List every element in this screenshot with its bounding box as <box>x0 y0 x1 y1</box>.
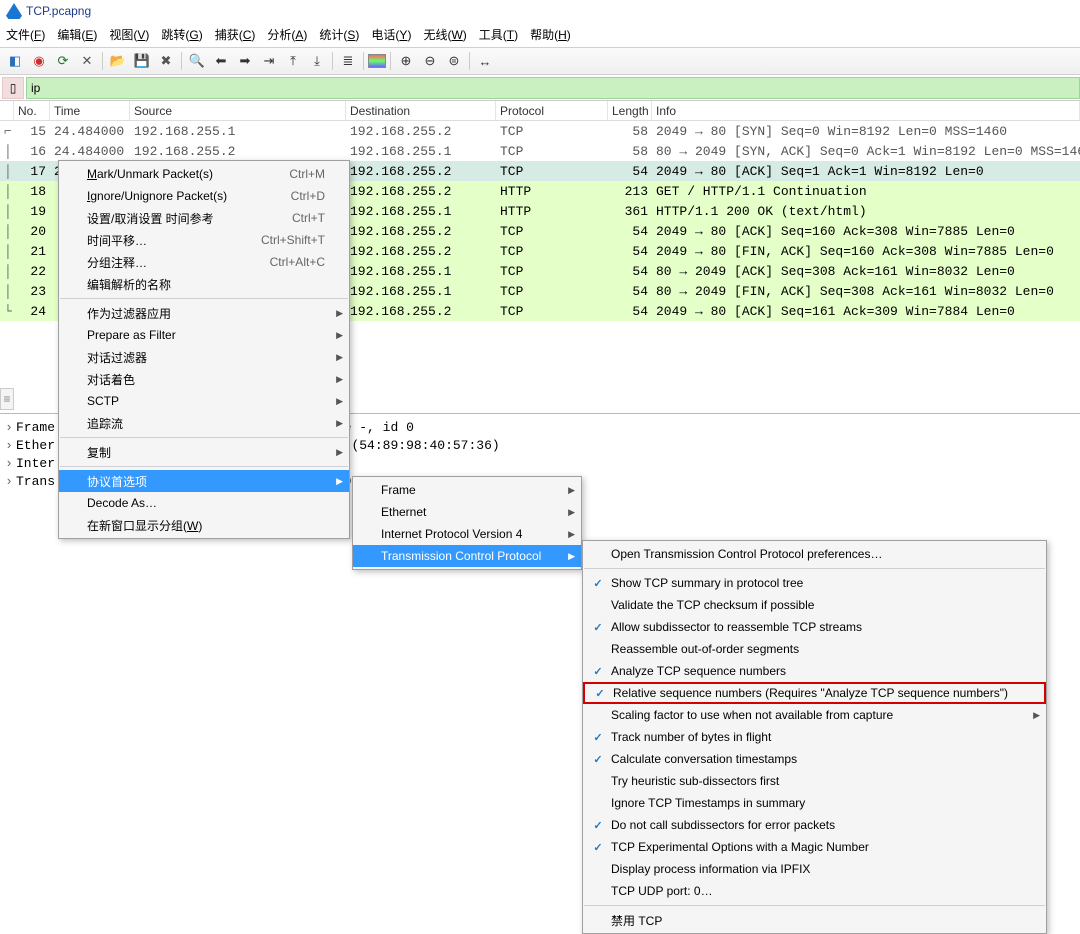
colorize-icon[interactable] <box>368 54 386 68</box>
toolbar-button[interactable]: ◧ <box>4 50 26 72</box>
col-dest[interactable]: Destination <box>346 101 496 120</box>
menu-item[interactable]: ✓Calculate conversation timestamps <box>583 748 1046 770</box>
menu-item[interactable]: Ignore TCP Timestamps in summary <box>583 792 1046 814</box>
nav-back-icon[interactable]: ⬅ <box>210 50 232 72</box>
filter-bar: ▯ <box>0 75 1080 101</box>
menu-item[interactable]: 对话着色 <box>59 368 349 390</box>
col-info[interactable]: Info <box>652 101 1080 120</box>
window-title: TCP.pcapng <box>26 4 91 18</box>
menu-item[interactable]: TCP UDP port: 0… <box>583 880 1046 902</box>
title-bar: TCP.pcapng <box>0 0 1080 22</box>
menu-item[interactable]: ✓Track number of bytes in flight <box>583 726 1046 748</box>
app-icon <box>6 3 22 19</box>
menu-item[interactable]: 分析(A) <box>267 26 307 43</box>
packet-row[interactable]: ⌐1524.484000192.168.255.1192.168.255.2TC… <box>0 121 1080 141</box>
menu-item[interactable]: Ethernet <box>353 501 581 523</box>
menu-item[interactable]: 无线(W) <box>423 26 466 43</box>
menu-item[interactable]: 分组注释…Ctrl+Alt+C <box>59 251 349 273</box>
col-no[interactable]: No. <box>14 101 50 120</box>
menu-item[interactable]: 对话过滤器 <box>59 346 349 368</box>
menu-item[interactable]: 在新窗口显示分组(W) <box>59 514 349 536</box>
menubar[interactable]: 文件(F) 编辑(E) 视图(V) 跳转(G) 捕获(C) 分析(A) 统计(S) 电话(Y)… <box>0 22 1080 47</box>
menu-item[interactable]: 设置/取消设置 时间参考Ctrl+T <box>59 207 349 229</box>
menu-item[interactable]: 跳转(G) <box>161 26 202 43</box>
display-filter-input[interactable] <box>26 77 1080 99</box>
resize-cols-icon[interactable]: ↔ <box>474 50 496 72</box>
menu-item[interactable]: ✓Allow subdissector to reassemble TCP st… <box>583 616 1046 638</box>
menu-item[interactable]: 视图(V) <box>109 26 149 43</box>
context-menu-tcp-prefs[interactable]: Open Transmission Control Protocol prefe… <box>582 540 1047 934</box>
open-icon[interactable]: 📂 <box>107 50 129 72</box>
menu-item[interactable]: Transmission Control Protocol <box>353 545 581 567</box>
nav-fwd-icon[interactable]: ➡ <box>234 50 256 72</box>
last-icon[interactable]: ⤓ <box>306 50 328 72</box>
menu-item[interactable]: Open Transmission Control Protocol prefe… <box>583 543 1046 565</box>
menu-item[interactable]: Prepare as Filter <box>59 324 349 346</box>
packet-list-header: No. Time Source Destination Protocol Len… <box>0 101 1080 121</box>
autoscroll-icon[interactable]: ≣ <box>337 50 359 72</box>
menu-item[interactable]: 统计(S) <box>319 26 359 43</box>
menu-item[interactable]: 时间平移…Ctrl+Shift+T <box>59 229 349 251</box>
menu-item[interactable]: 作为过滤器应用 <box>59 302 349 324</box>
goto-icon[interactable]: ⇥ <box>258 50 280 72</box>
menu-item[interactable]: 协议首选项 <box>59 470 349 492</box>
save-icon[interactable]: 💾 <box>131 50 153 72</box>
menu-item[interactable]: ✓Relative sequence numbers (Requires "An… <box>583 682 1046 704</box>
col-time[interactable]: Time <box>50 101 130 120</box>
menu-item[interactable]: Reassemble out-of-order segments <box>583 638 1046 660</box>
menu-item[interactable]: SCTP <box>59 390 349 412</box>
menu-item[interactable]: Display process information via IPFIX <box>583 858 1046 880</box>
menu-item[interactable]: Decode As… <box>59 492 349 514</box>
menu-item[interactable]: Mark/Unmark Packet(s)Ctrl+M <box>59 163 349 185</box>
toolbar-button[interactable]: ◉ <box>28 50 50 72</box>
menu-item[interactable]: 禁用 TCP <box>583 909 1046 931</box>
menu-item[interactable]: Scaling factor to use when not available… <box>583 704 1046 726</box>
first-icon[interactable]: ⤒ <box>282 50 304 72</box>
menu-item[interactable]: Frame <box>353 479 581 501</box>
menu-item[interactable]: 追踪流 <box>59 412 349 434</box>
menu-item[interactable]: Try heuristic sub-dissectors first <box>583 770 1046 792</box>
menu-item[interactable]: 捕获(C) <box>215 26 256 43</box>
col-source[interactable]: Source <box>130 101 346 120</box>
bookmark-filter-icon[interactable]: ▯ <box>2 77 24 99</box>
toolbar-button[interactable]: ✕ <box>76 50 98 72</box>
close-icon[interactable]: ✖ <box>155 50 177 72</box>
zoom-in-icon[interactable]: ⊕ <box>395 50 417 72</box>
menu-item[interactable]: ✓Analyze TCP sequence numbers <box>583 660 1046 682</box>
packet-row[interactable]: │1624.484000192.168.255.2192.168.255.1TC… <box>0 141 1080 161</box>
zoom-reset-icon[interactable]: ⊜ <box>443 50 465 72</box>
search-icon[interactable]: 🔍 <box>186 50 208 72</box>
zoom-out-icon[interactable]: ⊖ <box>419 50 441 72</box>
menu-item[interactable]: ✓Show TCP summary in protocol tree <box>583 572 1046 594</box>
menu-item[interactable]: 编辑解析的名称 <box>59 273 349 295</box>
menu-item[interactable]: ✓TCP Experimental Options with a Magic N… <box>583 836 1046 858</box>
menu-item[interactable]: ✓Do not call subdissectors for error pac… <box>583 814 1046 836</box>
context-menu-protocol-prefs[interactable]: FrameEthernetInternet Protocol Version 4… <box>352 476 582 570</box>
toolbar-button[interactable]: ⟳ <box>52 50 74 72</box>
context-menu-packet[interactable]: Mark/Unmark Packet(s)Ctrl+MIgnore/Unigno… <box>58 160 350 539</box>
col-proto[interactable]: Protocol <box>496 101 608 120</box>
pane-drag-handle[interactable]: ≡ <box>0 388 14 410</box>
main-toolbar: ◧ ◉ ⟳ ✕ 📂 💾 ✖ 🔍 ⬅ ➡ ⇥ ⤒ ⤓ ≣ ⊕ ⊖ ⊜ ↔ <box>0 47 1080 75</box>
menu-item[interactable]: 电话(Y) <box>371 26 411 43</box>
col-length[interactable]: Length <box>608 101 652 120</box>
menu-item[interactable]: Internet Protocol Version 4 <box>353 523 581 545</box>
menu-item[interactable]: 编辑(E) <box>57 26 97 43</box>
menu-item[interactable]: 复制 <box>59 441 349 463</box>
menu-item[interactable]: 文件(F) <box>6 26 45 43</box>
menu-item[interactable]: Validate the TCP checksum if possible <box>583 594 1046 616</box>
menu-item[interactable]: 工具(T) <box>479 26 518 43</box>
menu-item[interactable]: 帮助(H) <box>530 26 571 43</box>
menu-item[interactable]: Ignore/Unignore Packet(s)Ctrl+D <box>59 185 349 207</box>
